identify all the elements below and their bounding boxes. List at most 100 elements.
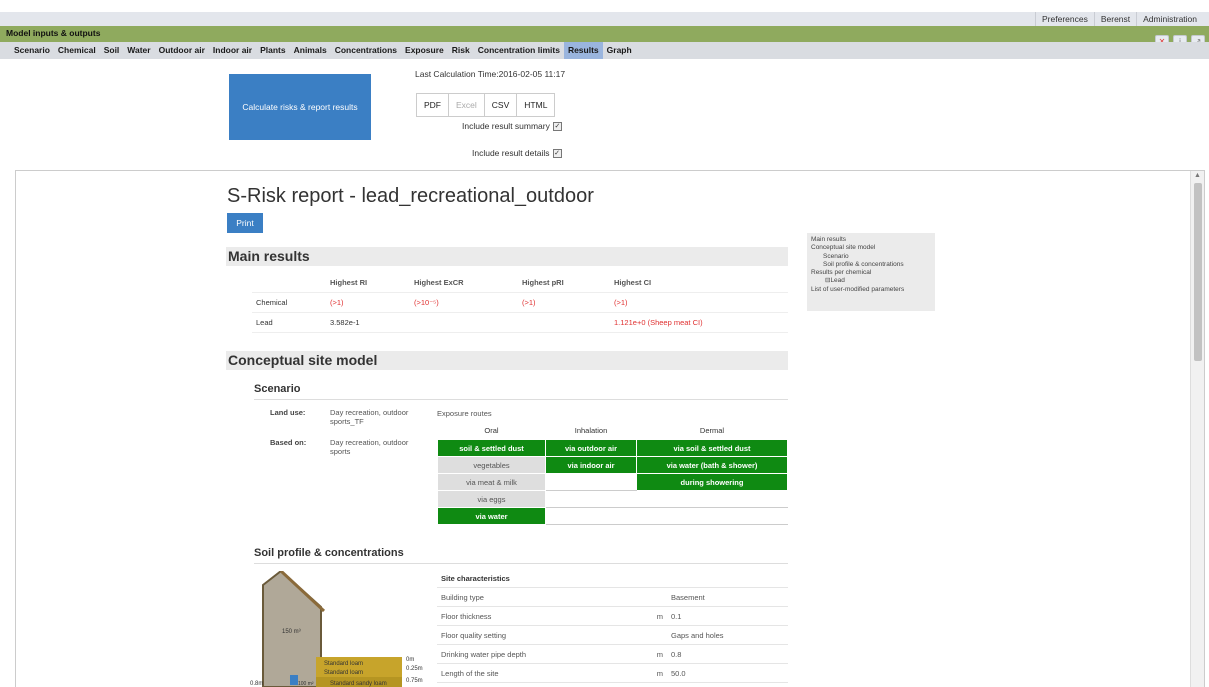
tab-concentrations[interactable]: Concentrations bbox=[331, 42, 401, 59]
toc-user-modified-parameters[interactable]: List of user-modified parameters bbox=[811, 286, 931, 294]
excel-format-button[interactable]: Excel bbox=[449, 94, 485, 116]
tab-plants[interactable]: Plants bbox=[256, 42, 290, 59]
scrollbar-thumb[interactable] bbox=[1194, 183, 1202, 361]
include-summary-option: Include result summary ✓ bbox=[462, 121, 562, 131]
table-row: via eggs bbox=[437, 490, 788, 508]
scrollbar[interactable]: ▲ bbox=[1190, 171, 1204, 687]
top-links: Preferences Berenst Administration bbox=[1035, 12, 1203, 26]
table-cell: Building type bbox=[437, 587, 635, 607]
table-cell: (>1) bbox=[326, 292, 410, 313]
site-diagram: 150 m³ Standard loam Standard loam Stand… bbox=[246, 569, 426, 687]
route-cell: via indoor air bbox=[545, 456, 637, 474]
main-results-table: Highest RI Highest ExCR Highest pRI High… bbox=[252, 273, 788, 333]
table-cell: m bbox=[635, 644, 667, 664]
user-link[interactable]: Berenst bbox=[1093, 12, 1136, 26]
window-header: Model inputs & outputs ✕ i ↗ bbox=[0, 26, 1209, 49]
based-on-value: Day recreation, outdoor sports bbox=[330, 438, 409, 456]
toc-conceptual-site-model[interactable]: Conceptual site model bbox=[811, 244, 931, 252]
include-details-label: Include result details bbox=[472, 148, 550, 158]
include-summary-label: Include result summary bbox=[462, 121, 550, 131]
tab-water[interactable]: Water bbox=[123, 42, 154, 59]
toc-results-per-chemical[interactable]: Results per chemical bbox=[811, 269, 931, 277]
column-header: Highest pRI bbox=[518, 273, 610, 293]
include-details-checkbox[interactable]: ✓ bbox=[552, 148, 562, 158]
table-cell: Gaps and holes bbox=[667, 625, 788, 645]
calculate-button[interactable]: Calculate risks & report results bbox=[229, 74, 371, 140]
last-calculation-time: Last Calculation Time:2016-02-05 11:17 bbox=[415, 69, 566, 79]
route-cell: vegetables bbox=[437, 456, 546, 474]
print-button[interactable]: Print bbox=[227, 213, 263, 233]
table-row: Lead 3.582e-1 1.121e+0 (Sheep meat CI) bbox=[252, 312, 788, 333]
table-cell: Drinking water pipe depth bbox=[437, 644, 635, 664]
table-of-contents: Main results Conceptual site model Scena… bbox=[807, 233, 935, 311]
toc-soil-profile[interactable]: Soil profile & concentrations bbox=[811, 261, 931, 269]
top-bar: Preferences Berenst Administration bbox=[0, 12, 1209, 26]
table-row: Floor quality setting Gaps and holes bbox=[437, 625, 788, 645]
csv-format-button[interactable]: CSV bbox=[485, 94, 518, 116]
table-cell: Lead bbox=[252, 312, 326, 333]
toc-lead[interactable]: ⊟Lead bbox=[811, 277, 931, 285]
route-cell bbox=[545, 473, 637, 491]
report-frame: ▲ S-Risk report - lead_recreational_outd… bbox=[15, 170, 1205, 687]
include-summary-checkbox[interactable]: ✓ bbox=[552, 121, 562, 131]
tab-concentration-limits[interactable]: Concentration limits bbox=[474, 42, 564, 59]
include-details-option: Include result details ✓ bbox=[472, 148, 562, 158]
site-characteristics-table: Site characteristics Building type Basem… bbox=[437, 569, 788, 683]
column-header bbox=[252, 273, 326, 293]
table-row: Floor thickness m 0.1 bbox=[437, 606, 788, 626]
tab-indoor-air[interactable]: Indoor air bbox=[209, 42, 256, 59]
tab-results[interactable]: Results bbox=[563, 42, 603, 59]
route-cell: via water (bath & shower) bbox=[636, 456, 788, 474]
tab-outdoor-air[interactable]: Outdoor air bbox=[155, 42, 209, 59]
toc-main-results[interactable]: Main results bbox=[811, 236, 931, 244]
layer-label: Standard loam bbox=[324, 670, 363, 676]
route-cell: via meat & milk bbox=[437, 473, 546, 491]
preferences-link[interactable]: Preferences bbox=[1035, 12, 1094, 26]
tab-graph[interactable]: Graph bbox=[603, 42, 636, 59]
format-selector: PDF Excel CSV HTML bbox=[416, 93, 556, 117]
route-cell: during showering bbox=[636, 473, 788, 491]
site-characteristics-title: Site characteristics bbox=[437, 569, 788, 588]
main-results-heading: Main results bbox=[226, 247, 788, 266]
table-cell: Floor thickness bbox=[437, 606, 635, 626]
window-title: Model inputs & outputs bbox=[6, 28, 101, 38]
table-row: Chemical (>1) (>10⁻⁵) (>1) (>1) bbox=[252, 292, 788, 313]
tab-soil[interactable]: Soil bbox=[100, 42, 124, 59]
soil-profile-heading: Soil profile & concentrations bbox=[254, 547, 788, 564]
pdf-format-button[interactable]: PDF bbox=[417, 94, 449, 116]
table-cell: Floor quality setting bbox=[437, 625, 635, 645]
table-cell: Length of the site bbox=[437, 663, 635, 683]
table-row: Building type Basement bbox=[437, 587, 788, 607]
scenario-heading: Scenario bbox=[254, 383, 788, 400]
route-cell: via water bbox=[437, 507, 546, 525]
table-cell: (>10⁻⁵) bbox=[410, 292, 518, 313]
report-title: S-Risk report - lead_recreational_outdoo… bbox=[227, 185, 594, 207]
administration-link[interactable]: Administration bbox=[1136, 12, 1203, 26]
column-header: Dermal bbox=[699, 425, 725, 435]
html-format-button[interactable]: HTML bbox=[517, 94, 554, 116]
table-cell: m bbox=[635, 663, 667, 683]
tab-scenario[interactable]: Scenario bbox=[10, 42, 54, 59]
table-cell bbox=[635, 587, 667, 607]
tab-exposure[interactable]: Exposure bbox=[401, 42, 448, 59]
depth-label: 0.25m bbox=[406, 666, 423, 672]
table-cell: 0.1 bbox=[667, 606, 788, 626]
tab-risk[interactable]: Risk bbox=[448, 42, 474, 59]
column-header: Highest CI bbox=[610, 273, 788, 293]
table-header-row: Highest RI Highest ExCR Highest pRI High… bbox=[252, 273, 788, 293]
route-cell: via soil & settled dust bbox=[636, 439, 788, 457]
table-row: via meat & milk during showering bbox=[437, 473, 788, 491]
table-row: via water bbox=[437, 507, 788, 525]
route-cell: via eggs bbox=[437, 490, 546, 508]
scroll-up-icon[interactable]: ▲ bbox=[1194, 172, 1201, 179]
tab-chemical[interactable]: Chemical bbox=[54, 42, 100, 59]
route-cell: soil & settled dust bbox=[437, 439, 546, 457]
house-volume-label: 150 m³ bbox=[282, 629, 301, 635]
tab-animals[interactable]: Animals bbox=[290, 42, 331, 59]
column-header: Highest RI bbox=[326, 273, 410, 293]
toc-scenario[interactable]: Scenario bbox=[811, 253, 931, 261]
conceptual-site-model-heading: Conceptual site model bbox=[226, 351, 788, 370]
table-cell: Basement bbox=[667, 587, 788, 607]
table-cell: 0.8 bbox=[667, 644, 788, 664]
land-use-label: Land use: bbox=[270, 408, 306, 417]
